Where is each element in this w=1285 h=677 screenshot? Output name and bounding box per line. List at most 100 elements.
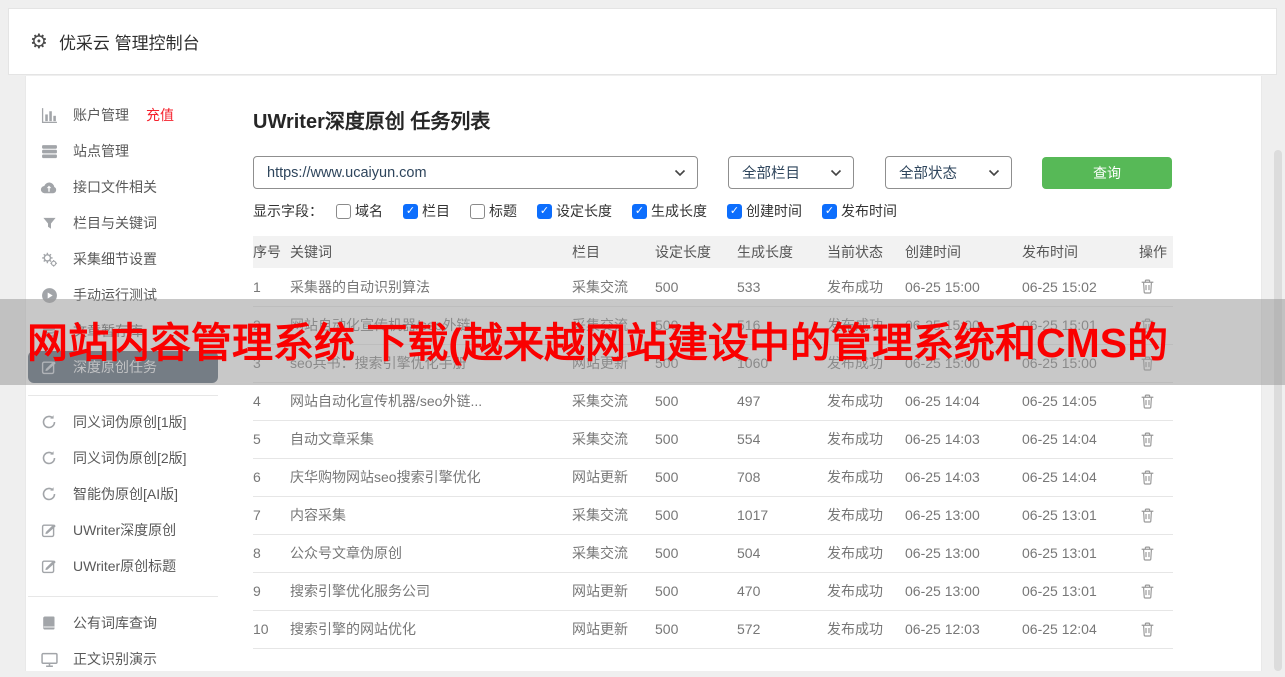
sidebar-item-article-store[interactable]: 文章暂存库	[25, 313, 218, 349]
column-select-value: 全部栏目	[742, 166, 800, 182]
cell-created: 06-25 15:00	[905, 306, 1022, 345]
site-select[interactable]: https://www.ucaiyun.com	[253, 156, 698, 189]
field-checkbox-创建时间[interactable]: ✓ 创建时间	[727, 201, 802, 221]
recharge-link[interactable]: 充值	[146, 105, 174, 125]
sidebar-item-uwriter-title[interactable]: UWriter原创标题	[25, 548, 218, 584]
cell-actions	[1139, 534, 1173, 573]
cell-actions	[1139, 344, 1173, 383]
field-label: 栏目	[422, 203, 450, 219]
cell-gen-length: 1017	[737, 496, 827, 535]
sidebar-item-collect-settings[interactable]: 采集细节设置	[25, 241, 218, 277]
checkbox-checked-icon[interactable]: ✓	[403, 203, 418, 219]
cell-keyword: 网站自动化宣传机器/seo外链...	[290, 306, 572, 345]
field-checkbox-发布时间[interactable]: ✓ 发布时间	[822, 201, 897, 221]
cell-published: 06-25 13:01	[1022, 534, 1139, 573]
checkbox-checked-icon[interactable]: ✓	[822, 203, 837, 219]
cell-keyword: 庆华购物网站seo搜索引擎优化	[290, 458, 572, 497]
status-select-value: 全部状态	[899, 166, 957, 182]
sidebar-item-synonym-v1[interactable]: 同义词伪原创[1版]	[25, 404, 218, 440]
column-select[interactable]: 全部栏目	[728, 156, 854, 189]
field-label: 域名	[355, 203, 383, 219]
delete-task-button[interactable]	[1139, 507, 1156, 524]
delete-task-button[interactable]	[1139, 393, 1156, 410]
status-select[interactable]: 全部状态	[885, 156, 1012, 189]
cloud-upload-icon	[40, 178, 58, 196]
cell-column: 采集交流	[572, 268, 655, 307]
chevron-down-icon	[674, 169, 686, 177]
cell-no: 7	[253, 496, 290, 535]
delete-task-button[interactable]	[1139, 317, 1156, 334]
cell-set-length: 500	[655, 572, 737, 611]
checkbox-unchecked-icon[interactable]	[336, 203, 351, 219]
cell-column: 采集交流	[572, 534, 655, 573]
column-header-生成长度: 生成长度	[737, 236, 827, 268]
task-table: 序号 关键词 栏目 设定长度 生成长度 当前状态 创建时间 发布时间 操作 1 采集器的自动识别算…	[253, 236, 1173, 649]
table-row: 6 庆华购物网站seo搜索引擎优化 网站更新 500 708 发布成功 06-25 14:0…	[253, 458, 1173, 497]
gears-icon	[40, 251, 58, 268]
field-checkbox-栏目[interactable]: ✓ 栏目	[403, 201, 450, 221]
sidebar-item-public-thesaurus[interactable]: 公有词库查询	[25, 605, 218, 641]
monitor-icon	[40, 651, 58, 668]
table-row: 10 搜索引擎的网站优化 网站更新 500 572 发布成功 06-25 12:03 06-2…	[253, 610, 1173, 649]
cell-column: 网站更新	[572, 344, 655, 383]
cell-published: 06-25 14:04	[1022, 420, 1139, 459]
checkbox-unchecked-icon[interactable]	[470, 203, 485, 219]
delete-task-button[interactable]	[1139, 583, 1156, 600]
filter-icon	[40, 216, 58, 231]
sidebar-item-interface-files[interactable]: 接口文件相关	[25, 169, 218, 205]
cell-actions	[1139, 458, 1173, 497]
sidebar-item-label: 接口文件相关	[73, 179, 157, 195]
cell-status: 发布成功	[827, 382, 905, 421]
delete-task-button[interactable]	[1139, 469, 1156, 486]
field-checkbox-标题[interactable]: 标题	[470, 201, 517, 221]
sidebar-item-smart-ai[interactable]: 智能伪原创[AI版]	[25, 476, 218, 512]
scrollbar-thumb[interactable]	[1274, 150, 1282, 671]
table-row: 2 网站自动化宣传机器/seo外链... 采集交流 500 516 发布成功 06-25 1…	[253, 306, 1173, 345]
table-body: 1 采集器的自动识别算法 采集交流 500 533 发布成功 06-25 15:00 06-2…	[253, 268, 1173, 649]
sidebar-item-manual-test[interactable]: 手动运行测试	[25, 277, 218, 313]
sidebar-item-label: 站点管理	[73, 143, 129, 159]
refresh-icon	[40, 486, 58, 502]
delete-task-button[interactable]	[1139, 431, 1156, 448]
sidebar-item-deep-original-tasks[interactable]: 深度原创任务	[28, 351, 218, 383]
sidebar-item-label: UWriter原创标题	[73, 558, 177, 574]
cell-actions	[1139, 306, 1173, 345]
edit-icon	[40, 522, 58, 538]
sidebar-item-content-recognition[interactable]: 正文识别演示	[25, 641, 218, 677]
table-row: 1 采集器的自动识别算法 采集交流 500 533 发布成功 06-25 15:00 06-2…	[253, 268, 1173, 307]
table-row: 4 网站自动化宣传机器/seo外链... 采集交流 500 497 发布成功 06-25 1…	[253, 382, 1173, 421]
field-checkbox-设定长度[interactable]: ✓ 设定长度	[537, 201, 612, 221]
sidebar-item-label: 智能伪原创[AI版]	[73, 486, 179, 502]
cell-set-length: 500	[655, 382, 737, 421]
cell-actions	[1139, 382, 1173, 421]
sidebar-item-uwriter-deep[interactable]: UWriter深度原创	[25, 512, 218, 548]
sidebar-divider	[28, 395, 218, 396]
field-checkbox-生成长度[interactable]: ✓ 生成长度	[632, 201, 707, 221]
sidebar-item-sites[interactable]: 站点管理	[25, 133, 218, 169]
cell-gen-length: 554	[737, 420, 827, 459]
app-root: ⚙ 优采云 管理控制台 账户管理 充值 站点管理 接口文件相关 栏目与关键词 采集细节设置…	[0, 0, 1285, 671]
search-button[interactable]: 查询	[1042, 157, 1172, 189]
delete-task-button[interactable]	[1139, 621, 1156, 638]
cell-published: 06-25 15:01	[1022, 306, 1139, 345]
cell-published: 06-25 13:01	[1022, 572, 1139, 611]
sidebar-item-columns-keywords[interactable]: 栏目与关键词	[25, 205, 218, 241]
cell-no: 2	[253, 306, 290, 345]
cell-actions	[1139, 420, 1173, 459]
field-checkbox-域名[interactable]: 域名	[336, 201, 383, 221]
sidebar-item-synonym-v2[interactable]: 同义词伪原创[2版]	[25, 440, 218, 476]
sidebar-item-account[interactable]: 账户管理 充值	[25, 97, 218, 133]
sidebar-item-label: 同义词伪原创[1版]	[73, 414, 187, 430]
cell-set-length: 500	[655, 534, 737, 573]
cell-created: 06-25 15:00	[905, 344, 1022, 383]
delete-task-button[interactable]	[1139, 355, 1156, 372]
play-circle-icon	[40, 287, 58, 304]
cell-created: 06-25 13:00	[905, 572, 1022, 611]
refresh-icon	[40, 414, 58, 430]
delete-task-button[interactable]	[1139, 545, 1156, 562]
delete-task-button[interactable]	[1139, 278, 1156, 295]
checkbox-checked-icon[interactable]: ✓	[727, 203, 742, 219]
checkbox-checked-icon[interactable]: ✓	[632, 203, 647, 219]
table-header-row: 序号 关键词 栏目 设定长度 生成长度 当前状态 创建时间 发布时间 操作	[253, 236, 1173, 268]
checkbox-checked-icon[interactable]: ✓	[537, 203, 552, 219]
